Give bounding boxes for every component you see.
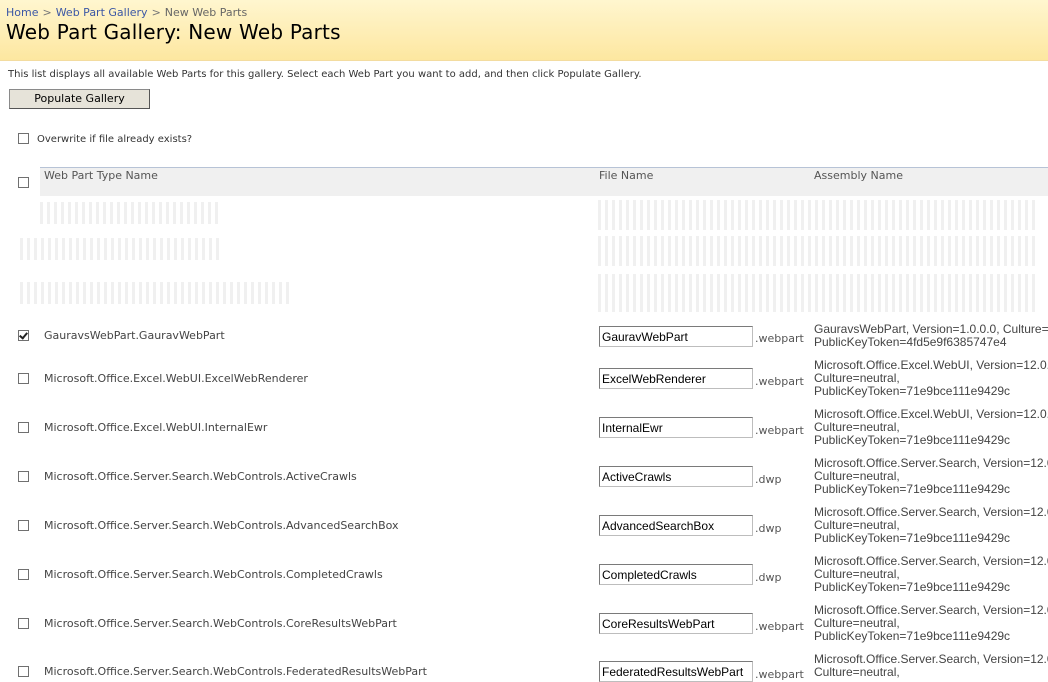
row-select-checkbox[interactable] bbox=[18, 373, 29, 384]
file-name-input[interactable] bbox=[599, 417, 753, 438]
row-select-checkbox[interactable] bbox=[18, 569, 29, 580]
obscured-row bbox=[40, 202, 220, 224]
assembly-name: Microsoft.Office.Excel.WebUI, Version=12… bbox=[814, 408, 1048, 447]
breadcrumb-current: New Web Parts bbox=[164, 6, 248, 19]
row-select-checkbox[interactable] bbox=[18, 520, 29, 531]
assembly-name: Microsoft.Office.Server.Search, Version=… bbox=[814, 555, 1048, 594]
row-select-checkbox[interactable] bbox=[18, 618, 29, 629]
assembly-name: Microsoft.Office.Server.Search, Version=… bbox=[814, 457, 1048, 496]
obscured-row bbox=[20, 238, 220, 260]
assembly-name: Microsoft.Office.Server.Search, Version=… bbox=[814, 506, 1048, 545]
web-part-type-name: Microsoft.Office.Server.Search.WebContro… bbox=[44, 665, 427, 678]
column-header-assembly-name: Assembly Name bbox=[814, 169, 903, 182]
page-header: Home > Web Part Gallery > New Web Parts Web … bbox=[0, 0, 1048, 61]
breadcrumb-separator: > bbox=[151, 6, 161, 19]
column-header-file-name: File Name bbox=[599, 169, 654, 182]
file-extension: .dwp bbox=[755, 473, 782, 486]
overwrite-label: Overwrite if file already exists? bbox=[37, 134, 193, 145]
file-extension: .dwp bbox=[755, 571, 782, 584]
column-header-type-name: Web Part Type Name bbox=[44, 169, 158, 182]
file-extension: .webpart bbox=[755, 332, 804, 345]
row-select-checkbox[interactable] bbox=[18, 666, 29, 677]
row-select-checkbox[interactable] bbox=[18, 422, 29, 433]
web-part-type-name: Microsoft.Office.Server.Search.WebContro… bbox=[44, 470, 357, 483]
file-name-input[interactable] bbox=[599, 326, 753, 347]
assembly-name: Microsoft.Office.Server.Search, Version=… bbox=[814, 604, 1048, 643]
obscured-row bbox=[598, 236, 1038, 266]
page-description: This list displays all available Web Par… bbox=[8, 69, 642, 80]
file-name-input[interactable] bbox=[599, 661, 753, 682]
assembly-name: GauravsWebPart, Version=1.0.0.0, Culture… bbox=[814, 323, 1048, 349]
web-part-type-name: Microsoft.Office.Server.Search.WebContro… bbox=[44, 519, 399, 532]
breadcrumb-home-link[interactable]: Home bbox=[6, 6, 38, 19]
page-title: Web Part Gallery: New Web Parts bbox=[6, 20, 341, 44]
obscured-row bbox=[598, 274, 1038, 312]
web-part-type-name: GauravsWebPart.GauravWebPart bbox=[44, 329, 225, 342]
obscured-row bbox=[598, 200, 1038, 230]
web-part-type-name: Microsoft.Office.Excel.WebUI.InternalEwr bbox=[44, 421, 268, 434]
web-part-type-name: Microsoft.Office.Excel.WebUI.ExcelWebRen… bbox=[44, 372, 308, 385]
file-extension: .webpart bbox=[755, 375, 804, 388]
breadcrumb: Home > Web Part Gallery > New Web Parts bbox=[6, 6, 247, 19]
web-part-type-name: Microsoft.Office.Server.Search.WebContro… bbox=[44, 568, 383, 581]
file-name-input[interactable] bbox=[599, 515, 753, 536]
file-name-input[interactable] bbox=[599, 368, 753, 389]
file-name-input[interactable] bbox=[599, 613, 753, 634]
breadcrumb-separator: > bbox=[42, 6, 52, 19]
assembly-name: Microsoft.Office.Server.Search, Version=… bbox=[814, 653, 1048, 679]
web-part-type-name: Microsoft.Office.Server.Search.WebContro… bbox=[44, 617, 397, 630]
select-all-checkbox[interactable] bbox=[18, 177, 29, 188]
file-name-input[interactable] bbox=[599, 466, 753, 487]
file-name-input[interactable] bbox=[599, 564, 753, 585]
file-extension: .webpart bbox=[755, 424, 804, 437]
populate-gallery-button[interactable]: Populate Gallery bbox=[9, 89, 150, 109]
file-extension: .dwp bbox=[755, 522, 782, 535]
obscured-row bbox=[20, 282, 290, 304]
overwrite-checkbox[interactable] bbox=[18, 133, 29, 144]
assembly-name: Microsoft.Office.Excel.WebUI, Version=12… bbox=[814, 359, 1048, 398]
file-extension: .webpart bbox=[755, 668, 804, 681]
row-select-checkbox[interactable] bbox=[18, 330, 29, 341]
row-select-checkbox[interactable] bbox=[18, 471, 29, 482]
file-extension: .webpart bbox=[755, 620, 804, 633]
breadcrumb-gallery-link[interactable]: Web Part Gallery bbox=[56, 6, 148, 19]
